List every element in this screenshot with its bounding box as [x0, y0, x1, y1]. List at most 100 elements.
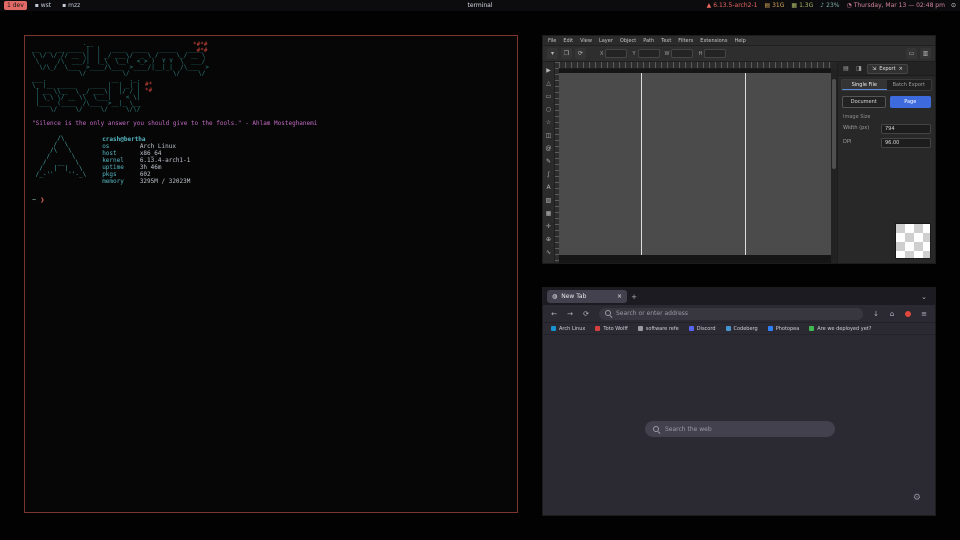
select-all-icon[interactable]: ▾ [547, 48, 558, 59]
bookmark-item[interactable]: Discord [689, 326, 716, 332]
box3d-tool[interactable]: ◫ [543, 129, 554, 141]
measure-tool[interactable]: ∿ [543, 246, 554, 258]
menu-item[interactable]: Extensions [700, 38, 727, 44]
menu-item[interactable]: Path [643, 38, 654, 44]
status-module-label: 1.3G [799, 2, 813, 9]
dock-layers-icon[interactable]: ▤ [841, 64, 851, 74]
page-button[interactable]: Page [890, 96, 932, 108]
bookmark-item[interactable]: software refe [638, 326, 679, 332]
recording-indicator-icon[interactable] [901, 307, 915, 320]
field-input[interactable] [671, 49, 693, 58]
transform-options-icon[interactable]: ▥ [920, 48, 931, 59]
fetch-key: memory [102, 178, 136, 185]
url-bar[interactable]: Search or enter address [599, 308, 863, 320]
menu-item[interactable]: View [580, 38, 592, 44]
width-field-row: Width (px) 794 [843, 124, 931, 134]
fetch-row: host x86_64 [102, 150, 190, 157]
zoom-tool[interactable]: ⊕ [543, 233, 554, 245]
field-input[interactable] [605, 49, 627, 58]
inkscape-window[interactable]: File Edit View Layer Object Path Text Fi… [542, 35, 936, 264]
new-tab-button[interactable]: + [627, 290, 641, 303]
bookmark-favicon [809, 326, 814, 331]
power-icon[interactable]: ⊙ [951, 2, 956, 9]
coordinate-field: X [600, 49, 627, 58]
status-module-label: 23% [826, 2, 839, 9]
field-input[interactable] [704, 49, 726, 58]
canvas-page[interactable] [559, 73, 831, 255]
dock-objects-icon[interactable]: ◨ [854, 64, 864, 74]
inkscape-canvas[interactable] [559, 69, 831, 263]
terminal-content: .__ __ _ __ ____ | | ____ ____ _____ ___… [25, 36, 517, 209]
tab-batch-export[interactable]: Batch Export [887, 80, 932, 90]
menu-item[interactable]: File [548, 38, 556, 44]
status-module-icon: ▤ [764, 2, 770, 9]
node-tool[interactable]: △ [543, 77, 554, 89]
workspace-item[interactable]: ▪ wst [32, 1, 54, 10]
bookmark-item[interactable]: Photopea [768, 326, 800, 332]
menu-item[interactable]: Layer [599, 38, 613, 44]
rectangle-tool[interactable]: ▭ [543, 90, 554, 102]
bookmark-item[interactable]: Toto Wolff [595, 326, 627, 332]
status-module-icon: ▦ [791, 2, 797, 9]
status-module-icon: ◔ [846, 2, 851, 9]
menu-item[interactable]: Help [734, 38, 745, 44]
gear-icon[interactable]: ⚙ [913, 493, 921, 503]
field-input[interactable] [638, 49, 660, 58]
downloads-icon[interactable]: ↓ [869, 307, 883, 320]
field-label: H [698, 51, 702, 57]
scrollbar-thumb[interactable] [832, 79, 836, 169]
list-all-tabs-icon[interactable]: ⌄ [917, 290, 931, 303]
tab-close-icon[interactable]: × [617, 293, 622, 300]
web-search-placeholder: Search the web [665, 426, 712, 433]
reload-icon[interactable]: ⟳ [579, 307, 593, 320]
focused-window-title: terminal [467, 2, 492, 9]
spiral-tool[interactable]: @ [543, 142, 554, 154]
browser-window[interactable]: ◍ New Tab × + ⌄ ← → ⟳ Search or enter ad… [542, 287, 936, 516]
workspace-item[interactable]: ▪ mzz [59, 1, 83, 10]
mesh-tool[interactable]: ▦ [543, 207, 554, 219]
bookmark-label: Are we deployed yet? [817, 326, 871, 332]
dropper-tool[interactable]: ✛ [543, 220, 554, 232]
star-tool[interactable]: ☆ [543, 116, 554, 128]
menu-item[interactable]: Filters [678, 38, 693, 44]
shell-prompt[interactable]: ~❯ [32, 196, 510, 204]
export-dock-tab[interactable]: ⇲ Export × [867, 64, 908, 74]
back-icon[interactable]: ← [547, 307, 561, 320]
vertical-guide[interactable] [641, 73, 642, 255]
terminal-window[interactable]: .__ __ _ __ ____ | | ____ ____ _____ ___… [24, 35, 518, 513]
close-icon[interactable]: × [899, 66, 903, 72]
status-bar: 1 dev ▪ wst ▪ mzz terminal ▲ 6.13.5-arch… [0, 0, 960, 11]
width-input[interactable]: 794 [881, 124, 931, 134]
menu-item[interactable]: Text [661, 38, 671, 44]
pencil-tool[interactable]: ✎ [543, 155, 554, 167]
menu-icon[interactable]: ≡ [917, 307, 931, 320]
status-module: ▤ 31G [764, 2, 784, 9]
horizontal-ruler[interactable] [559, 62, 831, 69]
web-search-box[interactable]: Search the web [645, 421, 835, 437]
forward-icon[interactable]: → [563, 307, 577, 320]
status-module: ▦ 1.3G [791, 2, 813, 9]
bookmark-item[interactable]: Arch Linux [551, 326, 585, 332]
fetch-value: 3295M / 32023M [140, 178, 191, 185]
bookmark-favicon [551, 326, 556, 331]
workspace-item[interactable]: 1 dev [4, 1, 27, 10]
calligraphy-tool[interactable]: ∫ [543, 168, 554, 180]
selector-tool[interactable]: ▶ [543, 64, 554, 76]
gradient-tool[interactable]: ▧ [543, 194, 554, 206]
dpi-input[interactable]: 96.00 [881, 138, 931, 148]
text-tool[interactable]: A [543, 181, 554, 193]
menu-item[interactable]: Object [620, 38, 636, 44]
bookmark-item[interactable]: Are we deployed yet? [809, 326, 871, 332]
tab-single-file[interactable]: Single File [842, 80, 887, 90]
rotate-object-icon[interactable]: ⟳ [575, 48, 586, 59]
menu-item[interactable]: Edit [563, 38, 573, 44]
browser-tab-new-tab[interactable]: ◍ New Tab × [547, 290, 627, 303]
scale-stroke-icon[interactable]: ▭ [906, 48, 917, 59]
document-button[interactable]: Document [842, 96, 886, 108]
ellipse-tool[interactable]: ○ [543, 103, 554, 115]
vertical-guide[interactable] [745, 73, 746, 255]
bounding-box-icon[interactable]: ❐ [561, 48, 572, 59]
workspace-label: ▪ mzz [62, 1, 80, 10]
bookmark-item[interactable]: Codeberg [726, 326, 758, 332]
home-icon[interactable]: ⌂ [885, 307, 899, 320]
